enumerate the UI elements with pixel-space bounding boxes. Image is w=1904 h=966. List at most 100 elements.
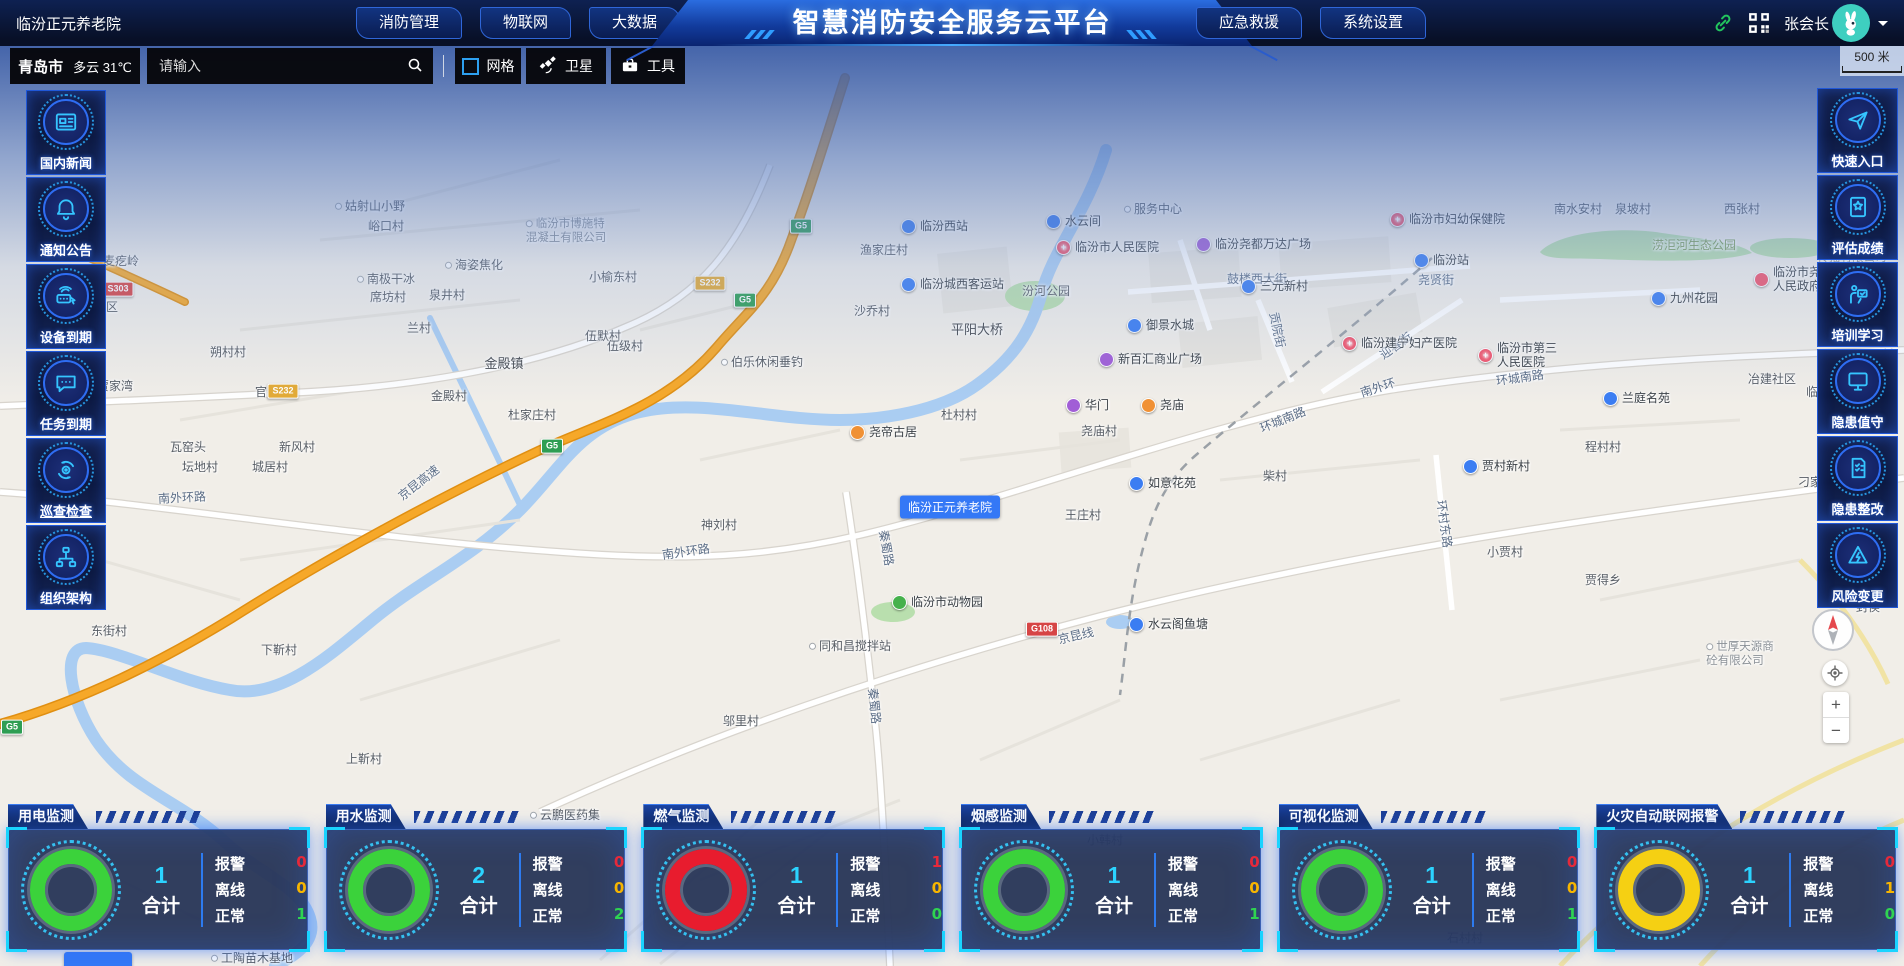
sidebar-item-label: 国内新闻	[40, 153, 92, 172]
sidebar-item-patrol[interactable]: 巡查检查	[26, 438, 106, 523]
poi-dot-icon	[526, 220, 533, 227]
map-poi: +临汾市妇幼保健院	[1390, 212, 1505, 227]
road-label: 南外环路	[158, 490, 207, 507]
search-icon[interactable]	[407, 57, 423, 76]
poi-marker-icon	[901, 219, 916, 234]
panel-hatch-decor	[1740, 811, 1846, 823]
map-label: 杜村村	[941, 408, 977, 422]
map-label: 渔家庄村	[860, 243, 908, 257]
sidebar-item-monitor[interactable]: 隐患值守	[1817, 349, 1898, 434]
corner-bracket	[924, 827, 945, 848]
org-name: 临汾正元养老院	[16, 13, 121, 34]
poi-label: 兰庭名苑	[1622, 392, 1670, 406]
total-count: 1	[756, 862, 836, 889]
poi-label: 临汾市人民医院	[1075, 241, 1159, 255]
map-label: 麦疙岭	[103, 254, 139, 268]
status-donut	[974, 840, 1074, 940]
stat-value: 0	[932, 879, 942, 900]
poi-marker-icon	[892, 595, 907, 610]
map-label: 坛地村	[182, 460, 218, 474]
tools-label: 工具	[647, 56, 675, 76]
total-label: 合计	[1709, 891, 1789, 918]
stat-row: 报警0	[215, 853, 307, 874]
poi-marker-icon: +	[1056, 240, 1071, 255]
user-dropdown-caret[interactable]	[1878, 0, 1888, 46]
panel-stats: 报警0离线0正常2	[533, 848, 625, 931]
sidebar-right: 快速入口 评估成绩 培训学习 隐患值守 隐患整改 风险变更	[1817, 88, 1898, 608]
poi-label: 尧帝古居	[869, 426, 917, 440]
sidebar-item-badge[interactable]: 评估成绩	[1817, 175, 1898, 260]
sidebar-item-label: 通知公告	[40, 240, 92, 259]
corner-bracket	[606, 827, 627, 848]
corner-bracket	[924, 931, 945, 952]
scale-ruler	[1842, 66, 1902, 73]
link-icon[interactable]	[1712, 0, 1734, 46]
poi-dot-icon	[357, 276, 364, 283]
map-label: 小榆东村	[589, 270, 637, 284]
stat-label: 报警	[533, 853, 563, 874]
corner-bracket	[1242, 827, 1263, 848]
poi-dot-icon	[809, 643, 816, 650]
sidebar-item-doc[interactable]: 隐患整改	[1817, 436, 1898, 521]
panel-title: 用电监测	[8, 804, 88, 829]
map-label: 席坊村	[370, 290, 406, 304]
panel-hatch-decor	[1049, 811, 1155, 823]
stat-value: 0	[1249, 879, 1259, 900]
poi-marker-icon: +	[1390, 212, 1405, 227]
poi-dot-icon	[721, 359, 728, 366]
zoom-out-button[interactable]: −	[1823, 718, 1849, 743]
zoom-in-button[interactable]: +	[1823, 692, 1849, 718]
sidebar-item-bell[interactable]: 通知公告	[26, 177, 106, 262]
map-label: 南水安村	[1554, 202, 1602, 216]
sidebar-item-device[interactable]: 设备到期	[26, 264, 106, 349]
stat-value: 0	[1249, 853, 1259, 874]
sidebar-item-label: 评估成绩	[1831, 238, 1883, 257]
nav-system-settings[interactable]: 系统设置	[1320, 7, 1426, 39]
avatar[interactable]	[1832, 0, 1870, 46]
map-poi: 御景水城	[1127, 318, 1194, 333]
grid-checkbox[interactable]	[462, 58, 479, 75]
sidebar-item-training[interactable]: 培训学习	[1817, 262, 1898, 347]
qr-code-icon[interactable]	[1748, 0, 1770, 46]
nav-iot[interactable]: 物联网	[480, 7, 571, 39]
grid-toggle[interactable]: 网格	[455, 48, 521, 84]
corner-bracket	[1242, 931, 1263, 952]
stat-row: 离线0	[533, 879, 625, 900]
weather-widget: 青岛市 多云 31℃	[10, 48, 140, 84]
nav-emergency-rescue[interactable]: 应急救援	[1196, 7, 1302, 39]
toolbar-divider	[443, 55, 444, 77]
stat-row: 报警0	[1803, 853, 1895, 874]
sidebar-item-task[interactable]: 任务到期	[26, 351, 106, 436]
stat-value: 1	[296, 905, 306, 926]
total-count: 1	[121, 862, 201, 889]
road-shield-G5: G5	[734, 293, 756, 308]
stat-row: 离线0	[1168, 879, 1260, 900]
task-icon	[38, 355, 94, 411]
nav-fire-management[interactable]: 消防管理	[356, 7, 462, 39]
search-input[interactable]	[157, 57, 399, 75]
top-header: 临汾正元养老院 消防管理 物联网 大数据 智慧消防安全服务云平台 应急救援 系统…	[0, 0, 1904, 46]
tools-button[interactable]: 工具	[611, 48, 685, 84]
sidebar-item-news[interactable]: 国内新闻	[26, 90, 106, 175]
road-shield-G108: G108	[1026, 622, 1058, 637]
stat-value: 0	[1885, 853, 1895, 874]
map-poi: 华门	[1066, 398, 1109, 413]
stat-label: 离线	[850, 879, 880, 900]
locate-button[interactable]	[1822, 660, 1848, 686]
poi-marker-icon	[1099, 352, 1114, 367]
corner-bracket	[1877, 931, 1898, 952]
sidebar-item-warning[interactable]: 风险变更	[1817, 523, 1898, 608]
satellite-button[interactable]: 卫星	[526, 48, 606, 84]
map-label: 下靳村	[261, 643, 297, 657]
compass-control[interactable]	[1811, 608, 1855, 657]
facility-marker-pill[interactable]: 临汾正元养老院	[900, 496, 1000, 519]
sidebar-left: 国内新闻 通知公告 设备到期 任务到期 巡查检查 组织架构	[26, 90, 106, 610]
sidebar-item-org[interactable]: 组织架构	[26, 525, 106, 610]
map-label: 朔村村	[210, 345, 246, 359]
monitor-panel: 用电监测 1 合计 报警0离线0正常1	[8, 804, 308, 950]
poi-marker-icon	[850, 425, 865, 440]
stat-value: 0	[296, 853, 306, 874]
stat-label: 离线	[1803, 879, 1833, 900]
sidebar-item-plane[interactable]: 快速入口	[1817, 88, 1898, 173]
user-name[interactable]: 张会长	[1784, 0, 1829, 46]
